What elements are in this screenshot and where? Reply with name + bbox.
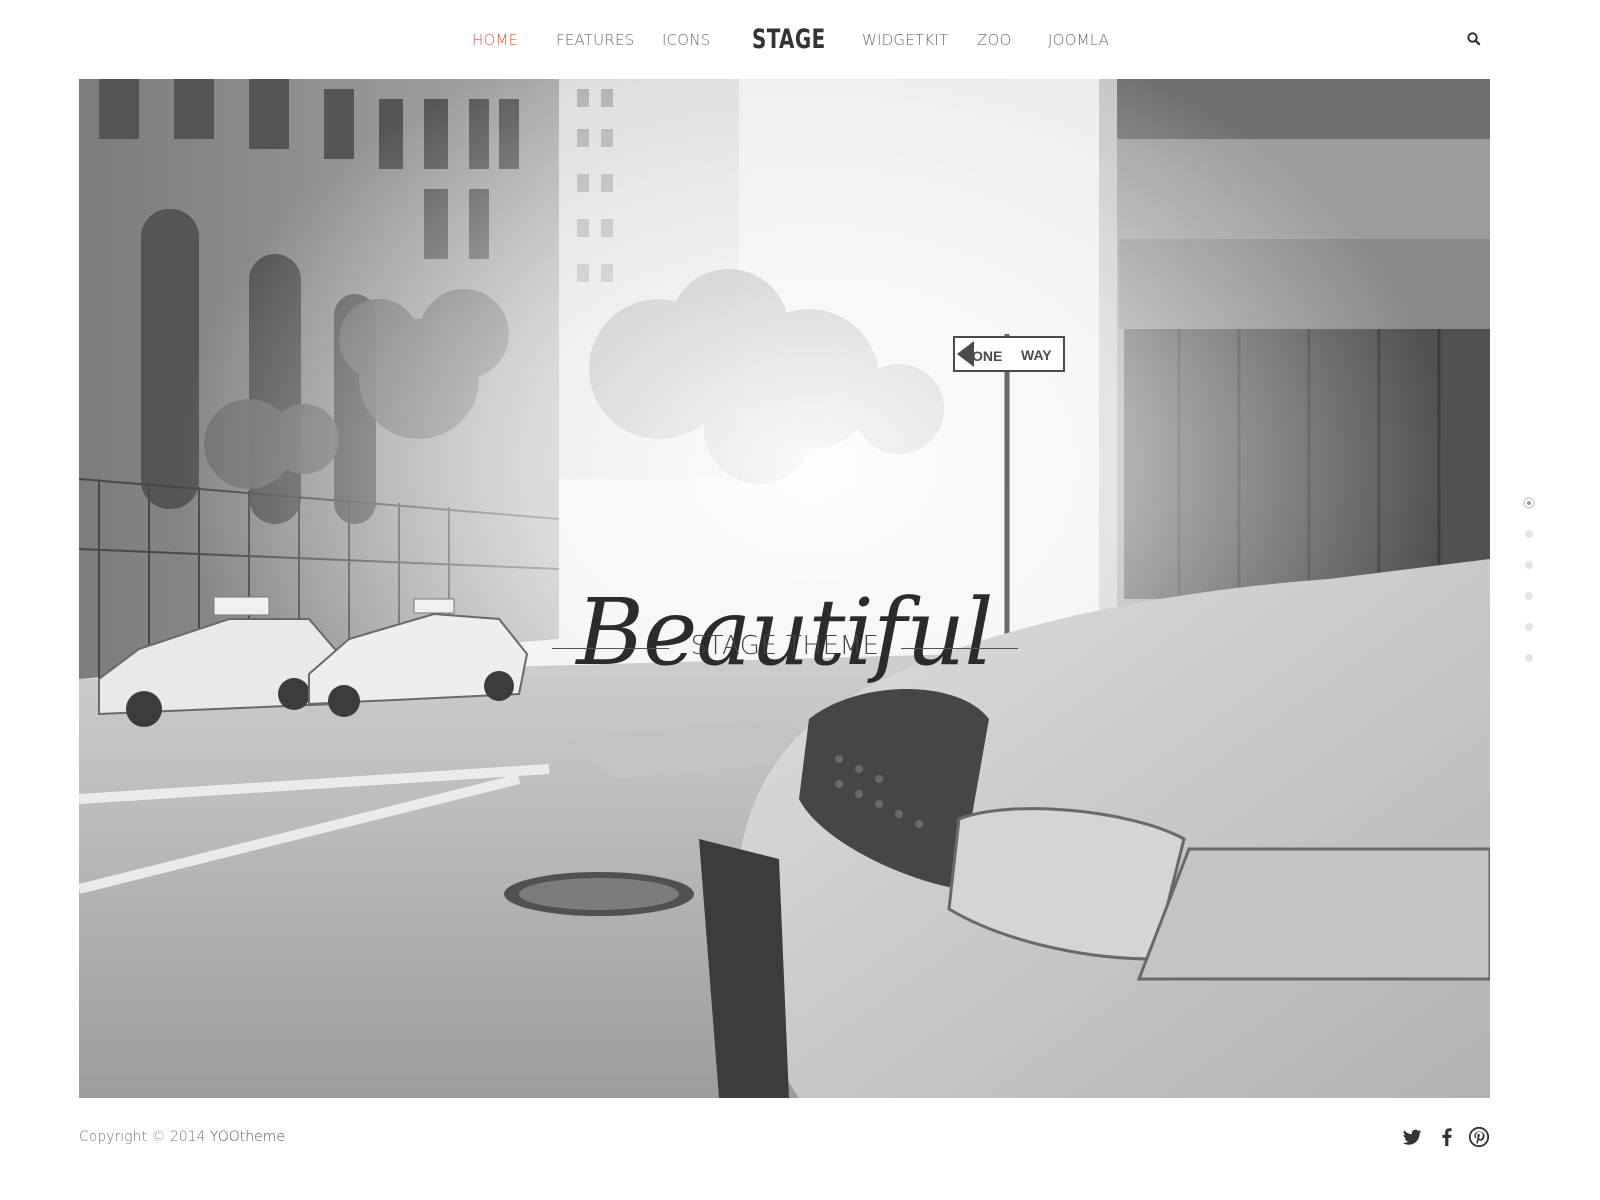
subtitle-rule-right [901, 648, 1018, 649]
slide-dot-6[interactable] [1525, 654, 1533, 662]
nav-item-features[interactable]: FEATURES [556, 31, 634, 49]
slide-dot-1[interactable] [1523, 497, 1535, 509]
main-navbar: HOME FEATURES ICONS STAGE WIDGETKIT ZOO … [0, 0, 1568, 79]
nav-item-zoo[interactable]: ZOO [977, 31, 1012, 49]
slide-dot-5[interactable] [1525, 623, 1533, 631]
hero-subtitle: STAGE THEME [690, 631, 880, 661]
facebook-icon[interactable] [1436, 1126, 1458, 1148]
slide-dot-3[interactable] [1525, 561, 1533, 569]
pinterest-icon[interactable] [1468, 1126, 1490, 1148]
twitter-icon[interactable] [1401, 1126, 1423, 1148]
slide-dot-2[interactable] [1525, 530, 1533, 538]
slide-dot-4[interactable] [1525, 592, 1533, 600]
nav-item-widgetkit[interactable]: WIDGETKIT [862, 31, 948, 49]
copyright-text: Copyright © 2014 YOOtheme [79, 1129, 285, 1145]
slide-dots [1523, 497, 1535, 685]
nav-item-home[interactable]: HOME [472, 31, 518, 49]
site-logo[interactable]: STAGE [752, 24, 826, 55]
search-icon[interactable] [1466, 31, 1482, 47]
nav-item-icons[interactable]: ICONS [662, 31, 710, 49]
copyright-prefix: Copyright © 2014 [79, 1129, 210, 1145]
nav-item-joomla[interactable]: JOOMLA [1048, 31, 1109, 49]
yootheme-link[interactable]: YOOtheme [210, 1129, 285, 1145]
hero-subtitle-group: STAGE THEME [552, 631, 1018, 665]
hero-slideshow: ONE WAY Beautiful STAGE THEME [79, 79, 1490, 1098]
